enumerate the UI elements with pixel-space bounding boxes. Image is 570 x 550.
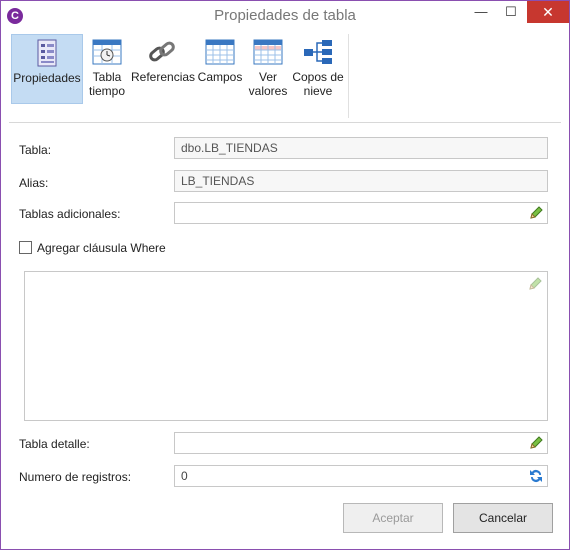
ribbon-referencias-label: Referencias [131,70,196,84]
ribbon-ver-valores-button[interactable]: Ver valores [247,34,289,104]
properties-form: Tabla: dbo.LB_TIENDAS Alias: LB_TIENDAS … [9,125,561,543]
ribbon-tabla-tiempo-label: Tabla tiempo [88,70,126,98]
time-table-icon [92,39,122,65]
cancel-button[interactable]: Cancelar [453,503,553,533]
minimize-button[interactable]: — [467,1,495,23]
ribbon-propiedades-button[interactable]: Propiedades [11,34,83,104]
ribbon-campos-label: Campos [197,70,243,84]
title-bar: C Propiedades de tabla — ☐ ✕ [1,1,569,31]
view-values-icon [253,39,283,65]
ribbon-separator [348,34,349,118]
ribbon-toolbar: Propiedades Tabla tiempo Referencias Cam… [9,32,561,120]
ribbon-divider [9,122,561,123]
pencil-edit-icon[interactable] [528,205,544,221]
close-button[interactable]: ✕ [527,1,569,23]
refresh-icon[interactable] [528,468,544,484]
fields-grid-icon [205,39,235,65]
properties-icon [37,39,57,67]
tabla-field[interactable]: dbo.LB_TIENDAS [174,137,548,159]
ribbon-copos-de-nieve-label: Copos de nieve [292,70,344,98]
where-clause-textarea[interactable] [24,271,548,421]
where-checkbox-label[interactable]: Agregar cláusula Where [37,241,166,255]
tabla-label: Tabla: [19,143,52,157]
snowflake-tree-icon [304,40,332,64]
dialog-window: C Propiedades de tabla — ☐ ✕ Propiedades [0,0,570,550]
numero-registros-label: Numero de registros: [19,470,132,484]
numero-registros-field[interactable]: 0 [174,465,548,487]
tabla-detalle-field[interactable] [174,432,548,454]
pencil-edit-icon[interactable] [528,435,544,451]
tabla-detalle-label: Tabla detalle: [19,437,90,451]
pencil-edit-icon [529,277,542,290]
chain-link-icon [149,41,175,62]
tablas-adicionales-label: Tablas adicionales: [19,207,121,221]
ribbon-propiedades-label: Propiedades [13,71,81,85]
ribbon-campos-button[interactable]: Campos [197,34,243,104]
ribbon-ver-valores-label: Ver valores [248,70,288,98]
alias-field[interactable]: LB_TIENDAS [174,170,548,192]
tablas-adicionales-field[interactable] [174,202,548,224]
ribbon-tabla-tiempo-button[interactable]: Tabla tiempo [87,34,127,104]
ribbon-copos-de-nieve-button[interactable]: Copos de nieve [291,34,345,104]
numero-registros-value: 0 [181,469,188,483]
ribbon-referencias-button[interactable]: Referencias [131,34,196,104]
alias-label: Alias: [19,176,49,190]
maximize-button[interactable]: ☐ [497,1,525,23]
where-checkbox[interactable] [19,241,32,254]
accept-button[interactable]: Aceptar [343,503,443,533]
